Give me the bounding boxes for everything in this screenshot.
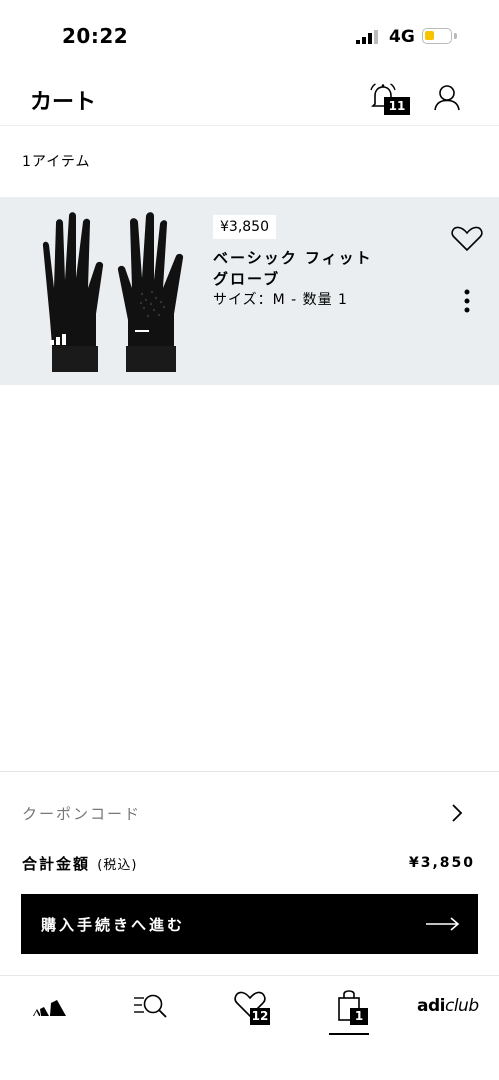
active-tab-indicator [329, 1033, 369, 1035]
arrow-right-icon [426, 917, 460, 931]
account-icon[interactable] [432, 84, 462, 112]
adiclub-italic: club [444, 996, 479, 1016]
chevron-right-icon[interactable] [450, 803, 464, 823]
tab-home[interactable] [30, 986, 70, 1036]
tab-bar-divider [0, 975, 499, 976]
tab-wishlist[interactable]: 12 [232, 986, 276, 1036]
page-title: カート [30, 90, 97, 115]
checkout-button[interactable]: 購入手続きへ進む [21, 894, 478, 954]
total-label-text: 合計金額 [22, 855, 91, 873]
adiclub-logo: adiclub [417, 996, 479, 1016]
battery-icon [422, 28, 452, 44]
tab-adiclub[interactable]: adiclub [417, 986, 479, 1036]
coupon-label[interactable]: クーポンコード [22, 803, 141, 824]
tab-bag[interactable]: 1 [332, 986, 372, 1036]
item-count: 1アイテム [22, 154, 91, 170]
header-divider [0, 125, 499, 126]
price-tag: ¥3,850 [213, 215, 276, 239]
bag-badge: 1 [350, 1008, 368, 1025]
tax-note: (税込) [97, 858, 138, 873]
signal-icon [356, 30, 378, 44]
wishlist-badge: 12 [250, 1008, 270, 1025]
notification-badge: 11 [384, 97, 410, 115]
product-name[interactable]: ベーシック フィット グローブ [213, 248, 413, 290]
summary-divider [0, 771, 499, 772]
product-image[interactable] [36, 208, 186, 376]
adiclub-bold: adi [417, 996, 445, 1016]
heart-icon[interactable] [450, 226, 484, 252]
battery-tip [454, 33, 457, 39]
adidas-logo-icon [33, 1000, 66, 1016]
search-icon [134, 994, 167, 1018]
more-icon[interactable] [457, 287, 477, 315]
status-time: 20:22 [62, 24, 129, 48]
checkout-label: 購入手続きへ進む [41, 916, 186, 934]
product-size-quantity: サイズ：M - 数量 1 [213, 292, 348, 308]
network-label: 4G [389, 27, 415, 47]
total-label: 合計金額 (税込) [22, 853, 137, 874]
tab-search[interactable] [132, 986, 172, 1036]
total-value: ¥3,850 [408, 855, 475, 871]
product-name-line1: ベーシック フィット [213, 249, 373, 267]
product-name-line2: グローブ [213, 270, 281, 288]
